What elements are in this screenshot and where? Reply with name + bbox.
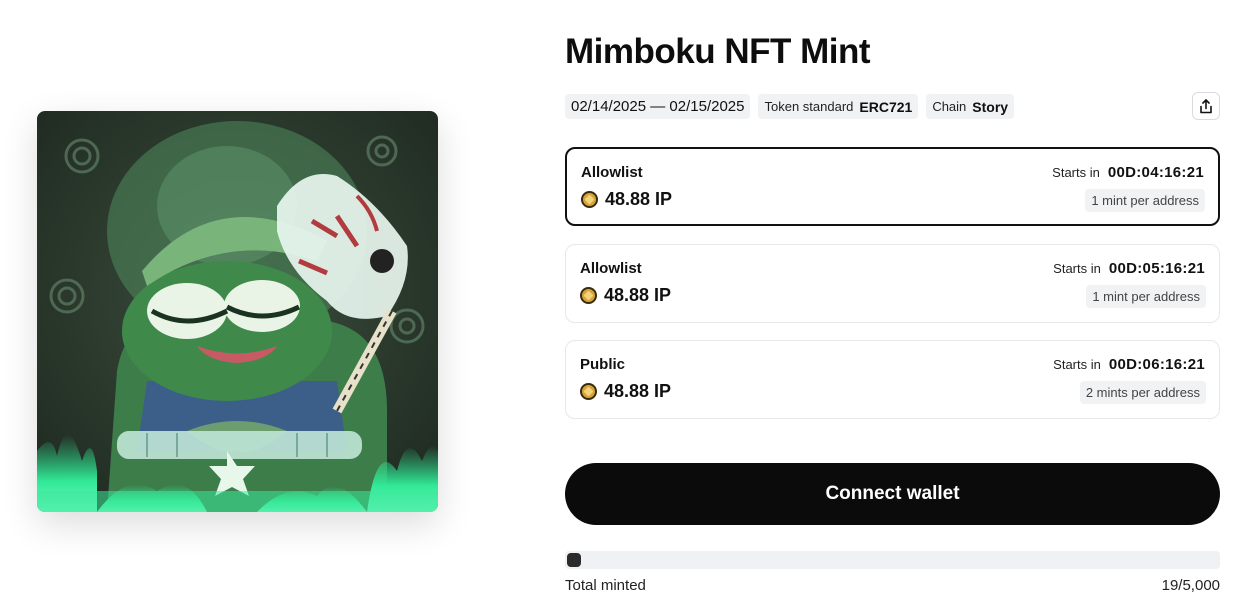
- phase-starts: Starts in 00D:06:16:21: [1053, 356, 1205, 373]
- phase-countdown: 00D:05:16:21: [1108, 260, 1205, 277]
- phase-starts: Starts in 00D:05:16:21: [1053, 260, 1205, 277]
- starts-in-label: Starts in: [1052, 165, 1100, 180]
- mint-meta-row: 02/14/2025 — 02/15/2025 Token standard E…: [565, 94, 1015, 119]
- phase-card-allowlist-1[interactable]: Allowlist 48.88 IP Starts in 00D:04:16:2…: [565, 147, 1220, 226]
- mint-progress-bar: [565, 551, 1220, 569]
- total-minted-count: 19/5,000: [1161, 577, 1220, 594]
- page-title: Mimboku NFT Mint: [565, 32, 871, 71]
- token-standard-label: Token standard: [764, 99, 854, 114]
- phase-card-public[interactable]: Public 48.88 IP Starts in 00D:06:16:21 2…: [565, 340, 1220, 419]
- phase-price-value: 48.88 IP: [604, 285, 672, 305]
- phase-countdown: 00D:04:16:21: [1107, 164, 1204, 181]
- mint-limit-badge: 1 mint per address: [1085, 189, 1205, 212]
- mint-dates-chip: 02/14/2025 — 02/15/2025: [565, 94, 751, 119]
- ip-coin-icon: [581, 191, 598, 208]
- phase-name: Allowlist: [580, 260, 642, 277]
- ip-coin-icon: [580, 383, 597, 400]
- phase-name: Allowlist: [581, 164, 643, 181]
- chain-value: Story: [972, 98, 1009, 115]
- starts-in-label: Starts in: [1053, 261, 1101, 276]
- phase-countdown: 00D:06:16:21: [1108, 356, 1205, 373]
- chain-label: Chain: [932, 99, 967, 114]
- connect-wallet-button[interactable]: Connect wallet: [565, 463, 1220, 525]
- mint-limit-badge: 2 mints per address: [1079, 381, 1206, 404]
- mint-progress-indicator: [567, 553, 581, 567]
- starts-in-label: Starts in: [1053, 357, 1101, 372]
- phase-price-value: 48.88 IP: [604, 381, 672, 401]
- phase-card-allowlist-2[interactable]: Allowlist 48.88 IP Starts in 00D:05:16:2…: [565, 244, 1220, 323]
- phase-name: Public: [580, 356, 626, 373]
- phase-starts: Starts in 00D:04:16:21: [1052, 164, 1204, 181]
- share-icon: [1200, 98, 1212, 113]
- phase-price: 48.88 IP: [581, 189, 672, 210]
- mint-limit-badge: 1 mint per address: [1086, 285, 1206, 308]
- nft-artwork-image: [37, 111, 438, 512]
- phase-price-value: 48.88 IP: [605, 189, 673, 209]
- token-standard-value: ERC721: [859, 98, 913, 115]
- nft-artwork: [37, 111, 438, 512]
- chain-chip: Chain Story: [926, 94, 1015, 119]
- ip-coin-icon: [580, 287, 597, 304]
- token-standard-chip: Token standard ERC721: [758, 94, 919, 119]
- total-minted-label: Total minted: [565, 577, 646, 594]
- phase-price: 48.88 IP: [580, 285, 671, 306]
- share-button[interactable]: [1192, 92, 1220, 120]
- phase-price: 48.88 IP: [580, 381, 671, 402]
